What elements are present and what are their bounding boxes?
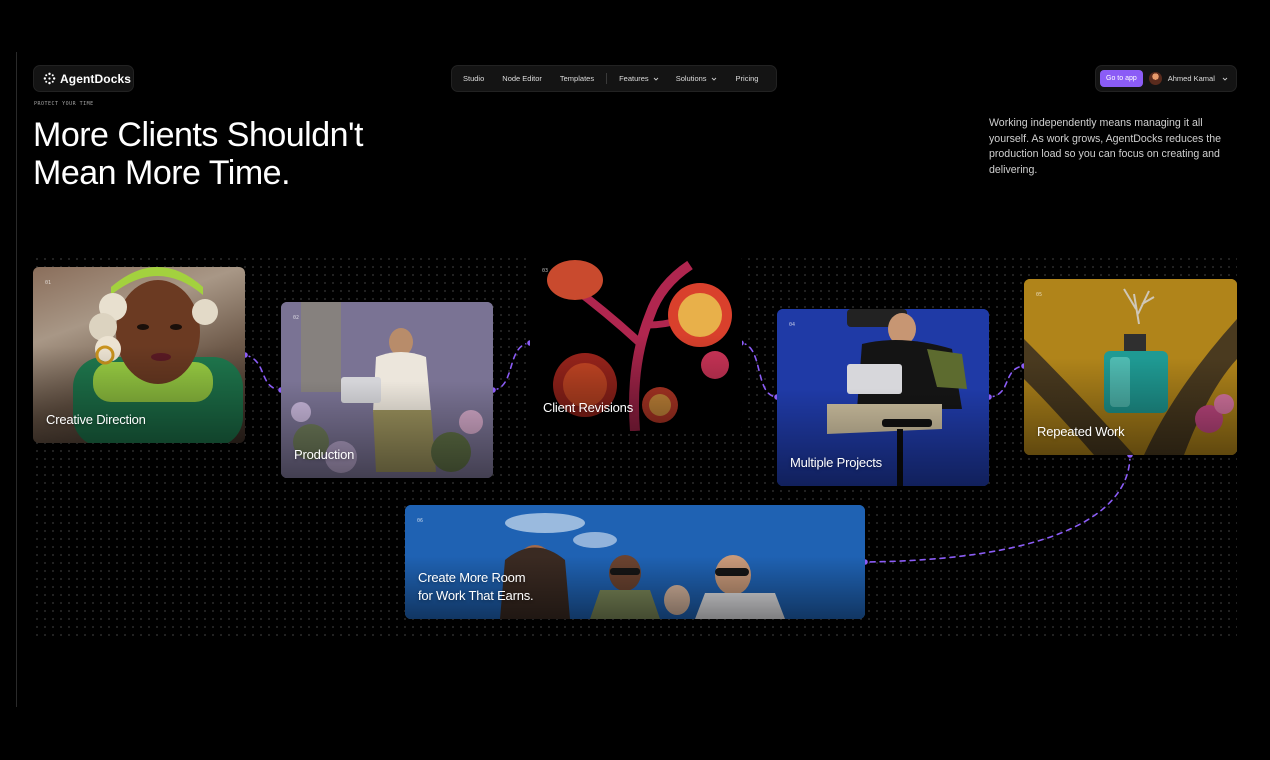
card-label: Multiple Projects <box>790 455 882 470</box>
page-title: More Clients Shouldn't Mean More Time. <box>33 116 364 192</box>
nav-item-features[interactable]: Features <box>619 74 660 83</box>
chevron-down-icon <box>653 77 659 81</box>
hero-description: Working independently means managing it … <box>989 117 1221 176</box>
card-label: Create More Room for Work That Earns. <box>418 569 534 605</box>
nav-item-pricing[interactable]: Pricing <box>736 74 759 83</box>
card-client-revisions[interactable]: 03 Client Revisions <box>530 255 742 431</box>
section-eyebrow: PROTECT YOUR TIME <box>34 101 94 107</box>
user-name[interactable]: Ahmed Kamal <box>1168 74 1215 83</box>
card-label: Production <box>294 447 355 462</box>
nav-label: Node Editor <box>502 74 542 83</box>
card-create-more-room[interactable]: 06 Create More Room for Work That Earns. <box>405 505 865 619</box>
go-to-app-button[interactable]: Go to app <box>1100 70 1143 87</box>
chevron-down-icon <box>711 77 716 81</box>
card-number: 02 <box>293 315 300 321</box>
nav-divider <box>606 73 608 84</box>
card-number: 05 <box>1036 292 1043 298</box>
user-area: Go to app Ahmed Kamal <box>1095 65 1237 92</box>
page-edge-rule <box>16 52 17 707</box>
chevron-down-icon[interactable] <box>1221 75 1229 83</box>
card-label: Client Revisions <box>543 400 634 415</box>
brand-logo[interactable]: AgentDocks <box>33 65 134 92</box>
card-label-line1: Create More Room <box>418 570 526 585</box>
nav-label: Templates <box>559 74 595 83</box>
nav-label: Features <box>619 74 649 83</box>
avatar[interactable] <box>1148 72 1162 85</box>
nav-label: Studio <box>463 74 485 83</box>
card-label: Repeated Work <box>1037 424 1125 439</box>
nav-item-node-editor[interactable]: Node Editor <box>502 74 542 83</box>
nav-label: Pricing <box>735 74 759 83</box>
card-number: 04 <box>789 322 796 328</box>
card-label: Creative Direction <box>46 412 146 427</box>
card-repeated-work[interactable]: 05 Repeated Work <box>1024 279 1237 455</box>
nav-label: Solutions <box>675 74 707 83</box>
main-nav: Studio Node Editor Templates Features So… <box>451 65 777 92</box>
agentdocks-logo-icon <box>43 72 56 85</box>
nav-item-solutions[interactable]: Solutions <box>676 74 718 83</box>
brand-name: AgentDocks <box>60 71 132 86</box>
card-number: 01 <box>45 280 52 286</box>
card-multiple-projects[interactable]: 04 Multiple Projects <box>777 309 989 486</box>
card-number: 03 <box>542 268 549 274</box>
card-number: 06 <box>417 518 424 524</box>
nav-item-templates[interactable]: Templates <box>560 74 594 83</box>
card-production[interactable]: 02 Production <box>281 302 493 478</box>
nav-item-studio[interactable]: Studio <box>463 74 484 83</box>
card-creative-direction[interactable]: 01 Creative Direction <box>33 267 245 443</box>
card-label-line2: for Work That Earns. <box>418 588 534 603</box>
